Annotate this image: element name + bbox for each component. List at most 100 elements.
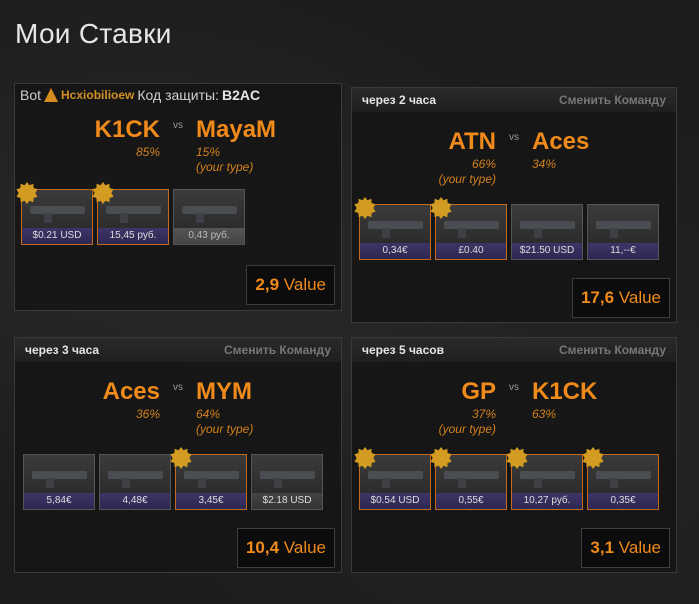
team-left[interactable]: ATN 66% (your type) — [386, 128, 496, 187]
item-slot[interactable]: 0,55€ — [430, 447, 507, 510]
team-percent: 15% — [196, 145, 221, 159]
item-price: $2.18 USD — [252, 493, 322, 509]
item-list: $0.21 USD 15,45 руб. 0,43 руб. — [16, 182, 245, 245]
item-slot[interactable]: 0,35€ — [582, 447, 659, 510]
team-name: Aces — [102, 378, 160, 405]
team-right[interactable]: MayaM 15% (your type) — [196, 116, 306, 175]
change-team-link[interactable]: Сменить Команду — [559, 93, 666, 107]
team-name: MayaM — [196, 116, 277, 143]
card-header: через 3 часа Сменить Команду — [15, 338, 341, 362]
weapon-icon — [184, 471, 239, 488]
card-header: через 5 часов Сменить Команду — [352, 338, 676, 362]
teams: K1CK 85% vs MayaM 15% (your type) — [15, 116, 341, 175]
item-slot[interactable]: 0,43 руб. — [173, 189, 245, 245]
team-left[interactable]: Aces 36% — [50, 378, 160, 422]
item-price: 10,27 руб. — [512, 493, 582, 509]
item-price: 0,35€ — [588, 493, 658, 509]
item-slot[interactable]: $21.50 USD — [511, 204, 583, 260]
starburst-badge-icon — [354, 197, 376, 219]
item-slot[interactable]: 0,34€ — [354, 197, 431, 260]
team-percent: 34% — [532, 157, 557, 171]
team-name: MYM — [196, 378, 252, 405]
vs-label: vs — [173, 120, 183, 131]
value-label: Value — [283, 275, 326, 294]
value-amount: 3,1 — [590, 538, 615, 557]
bot-icon — [44, 88, 59, 102]
weapon-icon — [368, 221, 423, 238]
team-left[interactable]: GP 37% (your type) — [386, 378, 496, 437]
bot-name[interactable]: Hcxiobilioew — [61, 88, 134, 102]
item-list: $0.54 USD 0,55€ 10,27 руб. 0,35€ — [354, 447, 659, 510]
item-price: 0,43 руб. — [174, 228, 244, 244]
bet-card-2: через 2 часа Сменить Команду ATN 66% (yo… — [351, 87, 677, 323]
team-percent: 85% — [135, 145, 160, 159]
starburst-badge-icon — [92, 182, 114, 204]
change-team-link[interactable]: Сменить Команду — [559, 343, 666, 357]
page-title: Мои Ставки — [15, 18, 172, 49]
your-type-label: (your type) — [438, 172, 496, 186]
weapon-icon — [520, 221, 575, 238]
bet-card-3: через 3 часа Сменить Команду Aces 36% vs… — [14, 337, 342, 573]
your-type-label: (your type) — [438, 422, 496, 436]
team-name: Aces — [532, 128, 590, 155]
item-slot[interactable]: £0.40 — [430, 197, 507, 260]
weapon-icon — [106, 206, 161, 223]
item-price: $0.54 USD — [360, 493, 430, 509]
weapon-icon — [30, 206, 85, 223]
item-price: $21.50 USD — [512, 243, 582, 259]
match-time: через 5 часов — [362, 343, 444, 357]
bot-label: Bot — [20, 87, 42, 103]
team-percent: 63% — [532, 407, 557, 421]
starburst-badge-icon — [506, 447, 528, 469]
item-slot[interactable]: 11,--€ — [587, 204, 659, 260]
bet-value: 17,6 Value — [571, 278, 670, 318]
item-price: 11,--€ — [588, 243, 658, 259]
teams: GP 37% (your type) vs K1CK 63% — [352, 378, 676, 437]
team-percent: 64% — [196, 407, 221, 421]
item-slot[interactable]: 4,48€ — [99, 454, 171, 510]
weapon-icon — [444, 471, 499, 488]
starburst-badge-icon — [16, 182, 38, 204]
card-header: через 2 часа Сменить Команду — [352, 88, 676, 112]
item-slot[interactable]: 3,45€ — [170, 447, 247, 510]
match-time: через 3 часа — [25, 343, 100, 357]
item-slot[interactable]: $0.54 USD — [354, 447, 431, 510]
team-left[interactable]: K1CK 85% — [50, 116, 160, 160]
bet-value: 2,9 Value — [246, 265, 335, 305]
team-name: GP — [461, 378, 496, 405]
item-price: 15,45 руб. — [98, 228, 168, 244]
team-percent: 37% — [471, 407, 496, 421]
team-right[interactable]: K1CK 63% — [532, 378, 642, 422]
weapon-icon — [108, 471, 163, 488]
value-label: Value — [283, 538, 326, 557]
item-price: 0,55€ — [436, 493, 506, 509]
weapon-icon — [32, 471, 87, 488]
team-right[interactable]: MYM 64% (your type) — [196, 378, 306, 437]
code-label: Код защиты: — [137, 87, 219, 103]
item-list: 0,34€ £0.40 $21.50 USD 11,--€ — [354, 197, 659, 260]
change-team-link[interactable]: Сменить Команду — [224, 343, 331, 357]
item-slot[interactable]: $0.21 USD — [16, 182, 93, 245]
value-label: Value — [618, 538, 661, 557]
item-price: £0.40 — [436, 243, 506, 259]
value-amount: 17,6 — [580, 288, 615, 307]
match-time: через 2 часа — [362, 93, 437, 107]
protection-code: B2AC — [221, 87, 261, 103]
team-name: K1CK — [94, 116, 160, 143]
starburst-badge-icon — [430, 197, 452, 219]
weapon-icon — [182, 206, 237, 223]
weapon-icon — [596, 221, 651, 238]
value-amount: 2,9 — [255, 275, 280, 294]
item-slot[interactable]: $2.18 USD — [251, 454, 323, 510]
item-price: 0,34€ — [360, 243, 430, 259]
your-type-label: (your type) — [196, 160, 254, 174]
bet-card-1: Bot Hcxiobilioew Код защиты: B2AC K1CK 8… — [14, 83, 342, 311]
item-price: 5,84€ — [24, 493, 94, 509]
weapon-icon — [596, 471, 651, 488]
bet-value: 10,4 Value — [236, 528, 335, 568]
item-slot[interactable]: 15,45 руб. — [92, 182, 169, 245]
item-slot[interactable]: 5,84€ — [23, 454, 95, 510]
team-right[interactable]: Aces 34% — [532, 128, 642, 172]
item-slot[interactable]: 10,27 руб. — [506, 447, 583, 510]
starburst-badge-icon — [354, 447, 376, 469]
